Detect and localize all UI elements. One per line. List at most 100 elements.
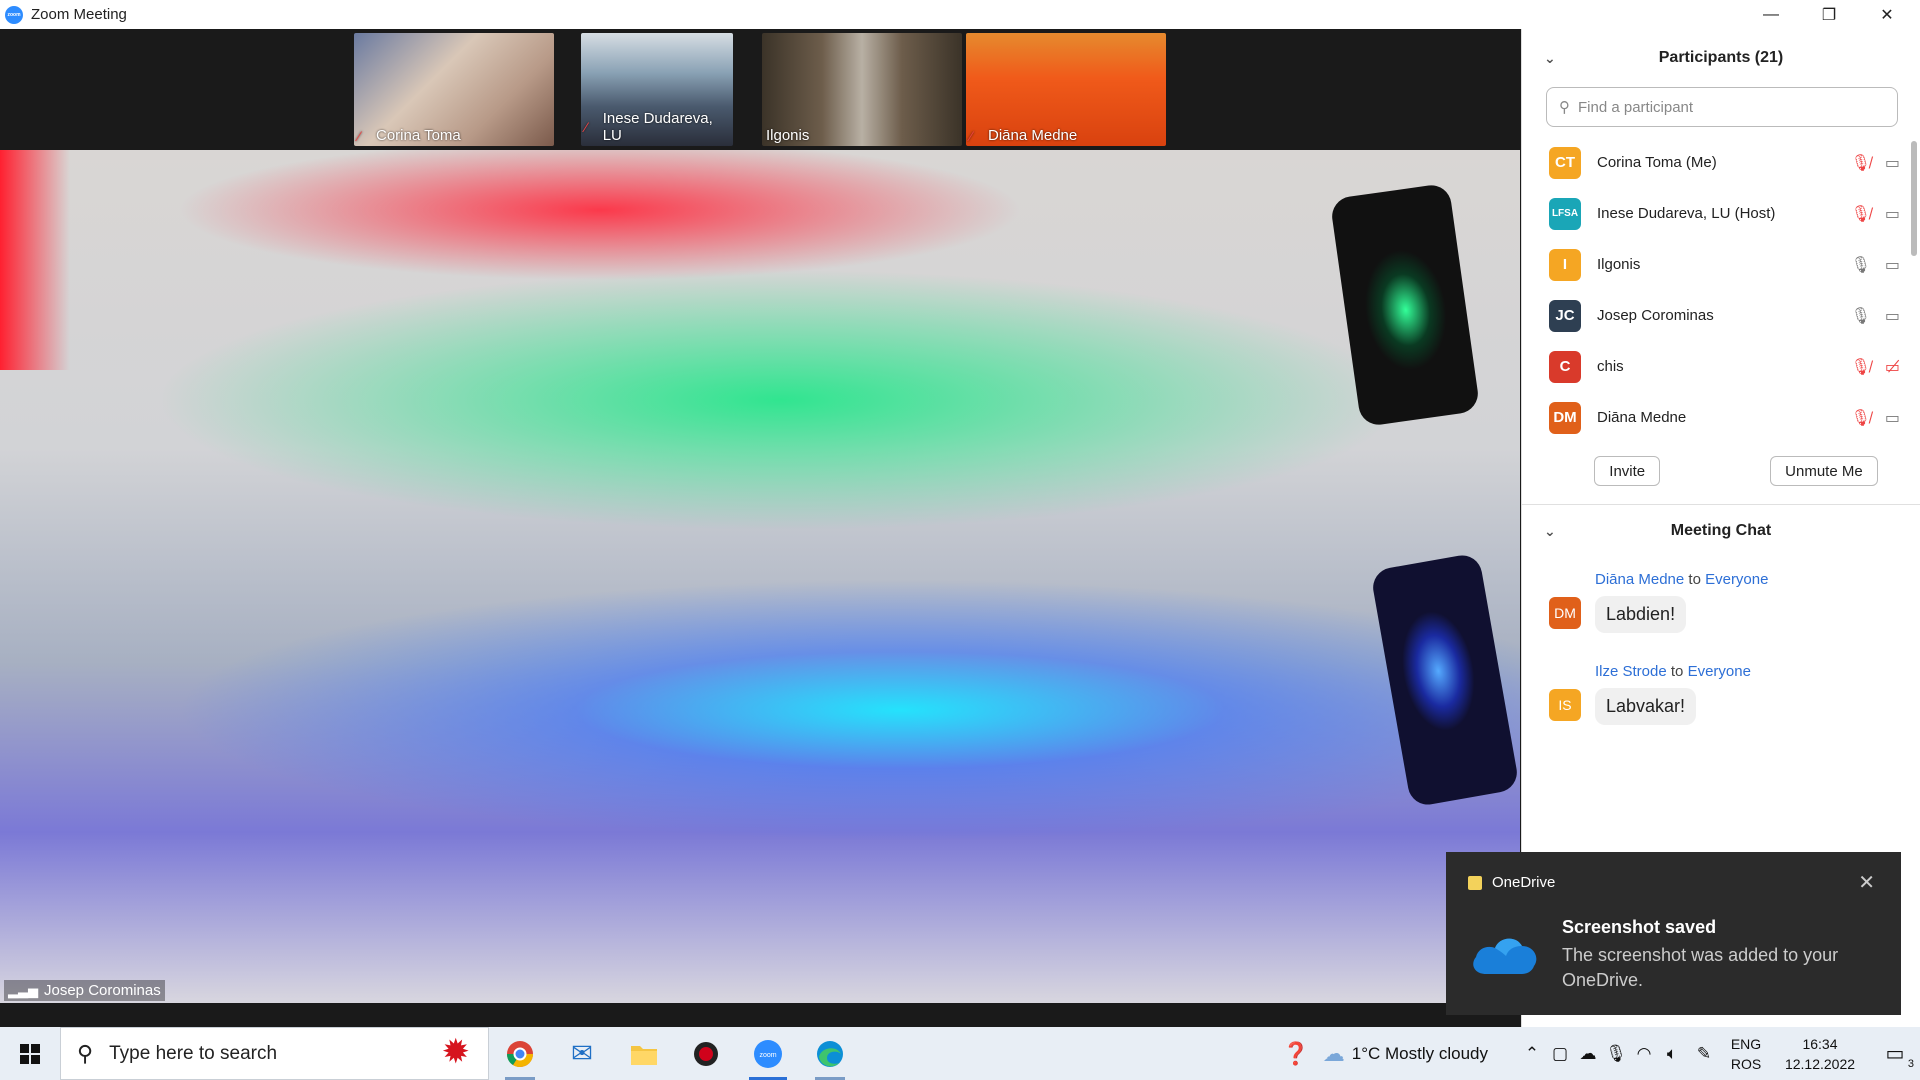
notification-body: The screenshot was added to your OneDriv… — [1562, 945, 1839, 990]
signal-strength-icon: ▂▃▅ — [8, 982, 38, 998]
mic-muted-icon[interactable]: 🎙︎̸ — [1851, 408, 1871, 428]
notification-count: 3 — [1907, 1058, 1914, 1070]
collapse-chat-icon[interactable]: ⌄ — [1544, 523, 1556, 540]
volume-icon[interactable]: 🔈︎ — [1658, 1044, 1686, 1064]
cloud-icon — [1473, 938, 1537, 974]
invite-button[interactable]: Invite — [1594, 456, 1661, 486]
video-off-icon[interactable]: ▭ — [1885, 408, 1900, 428]
collapse-participants-icon[interactable]: ⌄ — [1544, 50, 1556, 67]
thumbnail-name: Diāna Medne — [988, 127, 1078, 144]
mic-muted-icon: ⁄ — [970, 127, 973, 144]
chat-message: Diāna Medne to Everyone DM Labdien! — [1522, 571, 1920, 649]
notification-center-icon[interactable]: ▭ 3 — [1870, 1041, 1920, 1070]
participant-row[interactable]: JC Josep Corominas 🎙︎ ▭ — [1522, 290, 1920, 341]
windows-start-button[interactable] — [0, 1027, 60, 1080]
participants-title: Participants (21) — [1658, 49, 1784, 66]
participant-search-input[interactable]: ⚲ Find a participant — [1546, 87, 1898, 127]
system-tray: ❓ ☁ 1°C Mostly cloudy ⌃ ▢ ☁ 🎙︎ ◠ 🔈︎ ✎ EN… — [1276, 1027, 1920, 1080]
search-icon: ⚲ — [1559, 99, 1570, 116]
mic-icon[interactable]: 🎙︎ — [1851, 306, 1871, 326]
close-icon[interactable]: ✕ — [1858, 870, 1875, 895]
language-indicator[interactable]: ENG ROS — [1722, 1034, 1770, 1074]
restore-button[interactable]: ❐ — [1800, 0, 1858, 29]
blue-light-object — [1369, 552, 1520, 808]
onedrive-cloud-icon[interactable]: ☁ — [1574, 1044, 1602, 1064]
mic-muted-icon[interactable]: 🎙︎̸ — [1851, 357, 1871, 377]
participant-name: Josep Corominas — [1597, 307, 1714, 324]
mic-muted-icon[interactable]: 🎙︎̸ — [1851, 153, 1871, 173]
security-app-icon[interactable] — [675, 1027, 737, 1080]
chrome-icon[interactable] — [489, 1027, 551, 1080]
video-disabled-icon[interactable]: ▭̸ — [1885, 357, 1900, 377]
thumbnail-strip: ⁄ Corina Toma ⁄ Inese Dudareva, LU Ilgon… — [0, 29, 1520, 149]
chevron-up-icon[interactable]: ⌃ — [1518, 1044, 1546, 1064]
zoom-app-icon[interactable]: zoom — [737, 1027, 799, 1080]
participant-list: CT Corina Toma (Me) 🎙︎̸ ▭ LFSA Inese Dud… — [1522, 137, 1920, 440]
participant-row[interactable]: I Ilgonis 🎙︎ ▭ — [1522, 239, 1920, 290]
video-thumbnail[interactable]: Ilgonis — [762, 33, 962, 146]
participant-name: Diāna Medne — [1597, 409, 1687, 426]
help-icon[interactable]: ❓ — [1276, 1041, 1316, 1067]
notification-app-name: OneDrive — [1492, 874, 1556, 891]
device-icon[interactable]: ▢ — [1546, 1044, 1574, 1064]
participant-name: Corina Toma (Me) — [1597, 154, 1717, 171]
network-icon[interactable]: ◠ — [1630, 1044, 1658, 1064]
clock[interactable]: 16:34 12.12.2022 — [1770, 1034, 1870, 1074]
avatar: IS — [1549, 689, 1581, 721]
participant-scrollbar[interactable] — [1911, 141, 1917, 256]
video-off-icon[interactable]: ▭ — [1885, 153, 1900, 173]
taskbar-search-input[interactable]: ⚲ Type here to search ✹ — [60, 1027, 489, 1080]
participant-row[interactable]: DM Diāna Medne 🎙︎̸ ▭ — [1522, 392, 1920, 440]
pen-icon[interactable]: ✎ — [1686, 1044, 1722, 1064]
chat-sender[interactable]: Diāna Medne — [1595, 571, 1684, 588]
mic-muted-icon: ⁄ — [585, 119, 588, 135]
onedrive-notification[interactable]: OneDrive ✕ Screenshot saved The screensh… — [1446, 852, 1901, 1015]
avatar: DM — [1549, 597, 1581, 629]
close-button[interactable]: ✕ — [1858, 0, 1916, 29]
onedrive-app-icon — [1468, 875, 1482, 890]
weather-text[interactable]: 1°C Mostly cloudy — [1352, 1044, 1488, 1064]
video-thumbnail[interactable]: ⁄ Diāna Medne — [966, 33, 1166, 146]
date: 12.12.2022 — [1784, 1055, 1856, 1072]
weather-cloud-icon[interactable]: ☁ — [1316, 1041, 1352, 1067]
avatar: JC — [1549, 299, 1581, 332]
video-thumbnail[interactable]: ⁄ Corina Toma — [354, 33, 554, 146]
active-speaker-video[interactable]: ▂▃▅ Josep Corominas — [0, 150, 1520, 1003]
chat-sender[interactable]: Ilze Strode — [1595, 663, 1667, 680]
window-title: Zoom Meeting — [31, 6, 127, 23]
chat-title: Meeting Chat — [1670, 522, 1772, 539]
chat-recipient[interactable]: Everyone — [1705, 571, 1768, 588]
chat-bubble: Labdien! — [1595, 596, 1687, 633]
mail-icon[interactable]: ✉ — [551, 1027, 613, 1080]
time: 16:34 — [1802, 1035, 1838, 1052]
participant-name: chis — [1597, 358, 1624, 375]
avatar: C — [1549, 350, 1581, 383]
video-off-icon[interactable]: ▭ — [1885, 306, 1900, 326]
chat-recipient[interactable]: Everyone — [1688, 663, 1751, 680]
participant-name: Inese Dudareva, LU (Host) — [1597, 205, 1776, 222]
thumbnail-name: Ilgonis — [766, 127, 810, 144]
video-off-icon[interactable]: ▭ — [1885, 255, 1900, 275]
windows-logo-icon — [20, 1043, 40, 1064]
unmute-me-button[interactable]: Unmute Me — [1770, 456, 1878, 486]
edge-icon[interactable] — [799, 1027, 861, 1080]
mic-icon[interactable]: 🎙︎ — [1851, 255, 1871, 275]
thumbnail-name: Corina Toma — [376, 127, 461, 144]
avatar: LFSA — [1549, 197, 1581, 230]
video-thumbnail[interactable]: ⁄ Inese Dudareva, LU — [581, 33, 733, 146]
mic-muted-icon[interactable]: 🎙︎̸ — [1851, 204, 1871, 224]
participant-name: Ilgonis — [1597, 256, 1641, 273]
video-off-icon[interactable]: ▭ — [1885, 204, 1900, 224]
microphone-icon[interactable]: 🎙︎ — [1602, 1044, 1630, 1064]
minimize-button[interactable]: — — [1742, 0, 1800, 29]
red-light-edge — [0, 150, 70, 370]
participant-row[interactable]: LFSA Inese Dudareva, LU (Host) 🎙︎̸ ▭ — [1522, 188, 1920, 239]
mic-muted-icon: ⁄ — [358, 127, 361, 144]
participant-row[interactable]: C chis 🎙︎̸ ▭̸ — [1522, 341, 1920, 392]
green-light-object — [1329, 182, 1481, 428]
thumbnail-name: Inese Dudareva, LU — [602, 110, 713, 144]
taskbar: ⚲ Type here to search ✹ ✉ zoom ❓ ☁ 1°C M… — [0, 1027, 1920, 1080]
poinsettia-icon: ✹ — [441, 1033, 471, 1071]
participant-row[interactable]: CT Corina Toma (Me) 🎙︎̸ ▭ — [1522, 137, 1920, 188]
file-explorer-icon[interactable] — [613, 1027, 675, 1080]
